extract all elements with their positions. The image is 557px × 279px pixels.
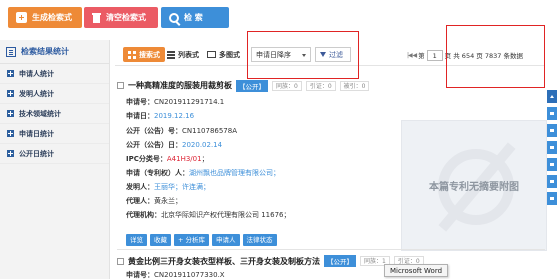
list-icon[interactable] xyxy=(547,124,557,137)
star-icon[interactable] xyxy=(547,158,557,171)
page-number-input[interactable]: 1 xyxy=(426,49,443,61)
generate-query-button[interactable]: 生成检索式 xyxy=(8,7,82,28)
stats-item-label: 申请日统计 xyxy=(19,129,54,138)
stats-item-pub-date[interactable]: 公开日统计 xyxy=(0,144,109,164)
stats-item-label: 发明人统计 xyxy=(19,89,54,98)
chart-icon[interactable] xyxy=(547,175,557,188)
no-image-text: 本篇专利无摘要附图 xyxy=(429,182,519,193)
first-prev-page-icon[interactable]: |◀ ◀ xyxy=(407,52,417,59)
field-inventor: 发明人：王丽华；许连满； xyxy=(126,183,210,191)
right-tool-rail xyxy=(547,90,557,209)
status-badge: 【公开】 xyxy=(324,255,356,267)
search-label: 检 索 xyxy=(184,13,203,22)
highlight-box-pager xyxy=(446,25,545,88)
detail-button[interactable]: 详览 xyxy=(126,234,147,246)
tab-search-view[interactable]: 搜索式 xyxy=(123,47,165,62)
result-stats-header: 检索结果统计 xyxy=(0,40,109,64)
settings-icon[interactable] xyxy=(547,141,557,154)
search-icon xyxy=(169,12,179,23)
result-stats-title: 检索结果统计 xyxy=(21,47,69,56)
field-app-no: 申请号：CN201911291714.1 xyxy=(126,98,225,106)
grid-icon xyxy=(128,50,136,59)
record-title[interactable]: 黄金比例三开身女装衣型样板、三开身女装及制板方法 xyxy=(128,256,320,267)
applicant-button[interactable]: 申请人 xyxy=(212,234,240,246)
expand-icon xyxy=(7,130,14,137)
field-agent: 代理人：黄永兰； xyxy=(126,197,182,205)
expand-icon xyxy=(7,70,14,77)
record-divider xyxy=(117,249,545,250)
field-app-date: 申请日：2019.12.16 xyxy=(126,112,195,120)
highlight-box-sort-filter xyxy=(247,31,359,79)
add-icon[interactable] xyxy=(547,192,557,205)
stats-item-applicant[interactable]: 申请人统计 xyxy=(0,64,109,84)
record-title[interactable]: 一种高精准度的服装用裁剪板 xyxy=(128,80,232,91)
record-checkbox[interactable] xyxy=(117,257,124,265)
search-button[interactable]: 检 索 xyxy=(161,7,229,28)
tab-list-view[interactable]: 列表式 xyxy=(167,47,199,62)
result-record-2: 黄金比例三开身女装衣型样板、三开身女装及制板方法 【公开】 同族：1 引证：0 xyxy=(117,255,547,267)
clear-query-button[interactable]: 清空检索式 xyxy=(84,7,158,28)
stats-item-tech-field[interactable]: 技术领域统计 xyxy=(0,104,109,124)
taskbar-tooltip: Microsoft Word xyxy=(384,264,448,277)
image-icon xyxy=(207,51,216,58)
plus-icon xyxy=(16,12,27,23)
stats-item-label: 公开日统计 xyxy=(19,149,54,158)
expand-icon xyxy=(7,110,14,117)
citation-count[interactable]: 引证：0 xyxy=(305,80,336,91)
stats-icon xyxy=(6,46,16,57)
record-actions: 详览 收藏 + 分析库 申请人 法律状态 xyxy=(126,234,277,246)
generate-query-label: 生成检索式 xyxy=(32,13,72,22)
list-icon xyxy=(167,50,175,59)
tab-multi-image-view[interactable]: 多图式 xyxy=(207,47,240,62)
result-stats-panel: 检索结果统计 申请人统计 发明人统计 技术领域统计 申请日统计 公开日统计 xyxy=(0,40,110,279)
field-agency: 代理机构：北京华际知识产权代理有限公司 11676； xyxy=(126,211,291,219)
expand-icon xyxy=(7,150,14,157)
status-badge: 【公开】 xyxy=(236,79,268,92)
field-pub-no: 公开（公告）号：CN110786578A xyxy=(126,127,237,135)
tab-label: 搜索式 xyxy=(139,50,160,59)
no-abstract-image-placeholder: 本篇专利无摘要附图 xyxy=(401,120,547,251)
stats-item-label: 技术领域统计 xyxy=(19,109,61,118)
cited-by-count[interactable]: 被引：0 xyxy=(339,80,370,91)
stats-item-app-date[interactable]: 申请日统计 xyxy=(0,124,109,144)
trash-icon xyxy=(92,12,101,23)
family-count[interactable]: 同族：0 xyxy=(272,80,302,91)
field-app-no-2: 申请号：CN201911077330.X xyxy=(126,271,225,279)
page-prefix: 第 xyxy=(418,52,425,60)
expand-icon xyxy=(7,90,14,97)
clear-query-label: 清空检索式 xyxy=(106,13,146,22)
record-checkbox[interactable] xyxy=(117,82,124,89)
stats-item-inventor[interactable]: 发明人统计 xyxy=(0,84,109,104)
tab-label: 列表式 xyxy=(178,50,199,59)
favorite-button[interactable]: 收藏 xyxy=(150,234,171,246)
field-applicant: 申请（专利权）人：湖州飘也品牌管理有限公司； xyxy=(126,169,280,177)
add-to-analysis-button[interactable]: + 分析库 xyxy=(174,234,210,246)
collapse-icon[interactable] xyxy=(547,90,557,103)
menu-icon[interactable] xyxy=(547,107,557,120)
stats-item-label: 申请人统计 xyxy=(19,69,54,78)
legal-status-button[interactable]: 法律状态 xyxy=(242,234,277,246)
field-ipc: IPC分类号：A41H3/01； xyxy=(126,155,209,163)
field-pub-date: 公开（公告）日：2020.02.14 xyxy=(126,141,223,149)
tab-label: 多图式 xyxy=(219,50,240,59)
